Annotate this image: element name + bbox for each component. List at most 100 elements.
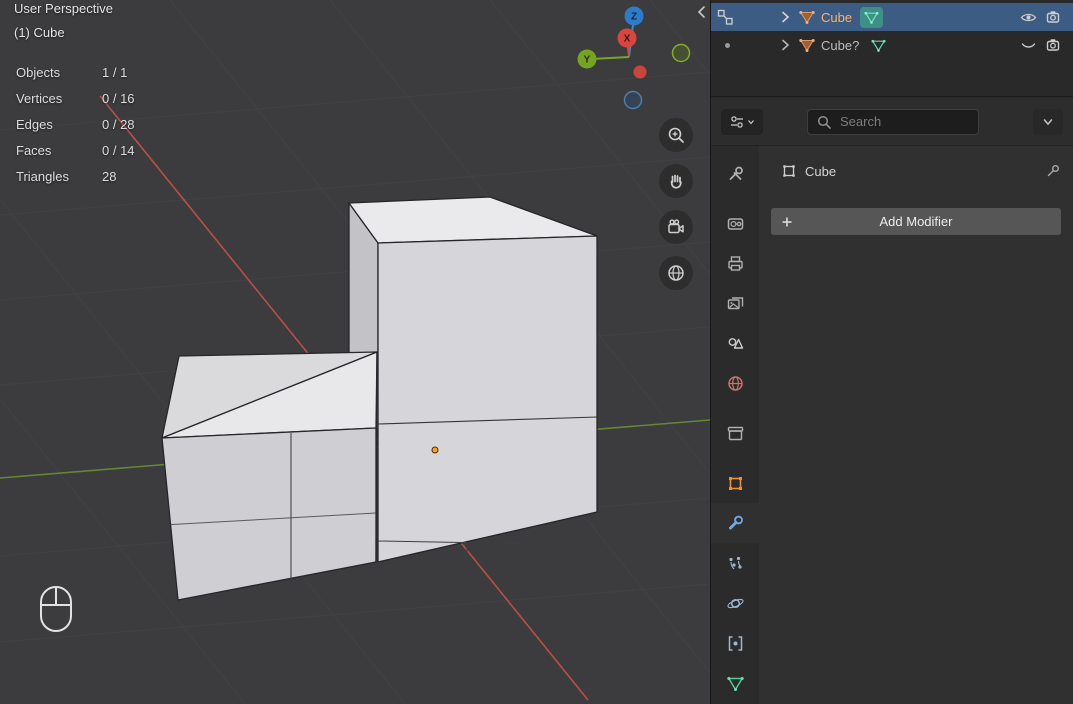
tab-render[interactable] xyxy=(711,203,759,243)
hand-icon xyxy=(666,171,686,191)
svg-text:Y: Y xyxy=(584,55,591,66)
wrench-icon xyxy=(726,514,745,533)
object-box-icon xyxy=(781,163,797,179)
active-object-label: (1) Cube xyxy=(14,21,113,45)
mouse-icon xyxy=(39,585,73,638)
view-perspective-label: User Perspective xyxy=(14,0,113,21)
navigation-gizmo[interactable]: Z X Y xyxy=(575,5,695,120)
tab-physics[interactable] xyxy=(711,583,759,623)
render-properties-icon xyxy=(726,214,745,233)
gizmo-neg-z-axis xyxy=(625,92,642,109)
stat-row: Faces 0 / 14 xyxy=(16,138,135,164)
mesh-object-icon xyxy=(799,9,815,25)
stat-row: Edges 0 / 28 xyxy=(16,112,135,138)
render-camera-icon xyxy=(1046,37,1063,54)
mesh-data-icon xyxy=(864,10,879,25)
tab-object[interactable] xyxy=(711,463,759,503)
tab-output[interactable] xyxy=(711,243,759,283)
chevron-down-icon xyxy=(1041,115,1055,129)
properties-header xyxy=(711,98,1073,146)
disable-in-render-toggle[interactable] xyxy=(1041,9,1067,26)
toggle-perspective-button[interactable] xyxy=(659,256,693,290)
viewport-tool-column xyxy=(659,118,693,290)
physics-icon xyxy=(726,594,745,613)
breadcrumb-object-name: Cube xyxy=(805,164,836,179)
svg-text:X: X xyxy=(624,34,631,45)
modifier-properties-content: Cube xyxy=(759,146,1073,704)
world-icon xyxy=(726,374,745,393)
expand-chevron-icon[interactable] xyxy=(777,37,793,53)
properties-panel: Cube xyxy=(711,98,1073,704)
properties-editor-icon xyxy=(729,114,745,130)
render-camera-icon xyxy=(1046,9,1063,26)
search-input[interactable] xyxy=(838,113,970,130)
collection-icon xyxy=(726,424,745,443)
object-name[interactable]: Cube xyxy=(821,10,852,25)
scene-icon xyxy=(726,334,745,353)
tab-particles[interactable] xyxy=(711,543,759,583)
object-properties-icon xyxy=(726,474,745,493)
tab-view-layer[interactable] xyxy=(711,283,759,323)
camera-icon xyxy=(666,217,686,237)
chevron-down-icon xyxy=(747,118,755,126)
zoom-icon xyxy=(666,125,686,145)
properties-tab-column xyxy=(711,146,759,704)
tab-collection[interactable] xyxy=(711,413,759,453)
tool-icon xyxy=(726,164,745,183)
gizmo-neg-y-axis xyxy=(673,45,690,62)
hide-in-viewport-toggle[interactable] xyxy=(1015,37,1041,54)
camera-view-button[interactable] xyxy=(659,210,693,244)
pin-icon[interactable] xyxy=(1045,163,1061,179)
tab-scene[interactable] xyxy=(711,323,759,363)
outliner-panel: Cube xyxy=(711,0,1073,97)
eye-closed-icon xyxy=(1020,37,1037,54)
plus-icon xyxy=(780,215,794,229)
object-data-icon xyxy=(726,674,745,693)
outliner-row-cube[interactable]: Cube xyxy=(711,3,1073,31)
gizmo-neg-x-axis xyxy=(634,66,647,79)
particles-icon xyxy=(726,554,745,573)
tab-tool[interactable] xyxy=(711,153,759,193)
stat-row: Triangles 28 xyxy=(16,164,135,190)
side-panel: Cube xyxy=(710,0,1073,704)
search-icon xyxy=(816,114,832,130)
properties-options-button[interactable] xyxy=(1033,109,1063,135)
constraints-icon xyxy=(726,634,745,653)
tab-modifiers[interactable] xyxy=(711,503,759,543)
printer-icon xyxy=(726,254,745,273)
pan-view-button[interactable] xyxy=(659,164,693,198)
outliner-row-cube2[interactable]: Cube? xyxy=(711,31,1073,59)
tab-constraints[interactable] xyxy=(711,623,759,663)
breadcrumb: Cube xyxy=(771,156,1061,186)
stat-row: Vertices 0 / 16 xyxy=(16,86,135,112)
svg-text:Z: Z xyxy=(631,12,637,23)
cube-mesh xyxy=(162,197,597,600)
mesh-object-icon xyxy=(799,37,815,53)
scene-statistics: Objects 1 / 1 Vertices 0 / 16 Edges 0 / … xyxy=(16,60,135,190)
tab-object-data[interactable] xyxy=(711,663,759,703)
tab-world[interactable] xyxy=(711,363,759,403)
stat-row: Objects 1 / 1 xyxy=(16,60,135,86)
disable-in-render-toggle[interactable] xyxy=(1041,37,1067,54)
hide-in-viewport-toggle[interactable] xyxy=(1015,9,1041,26)
mesh-data-badge[interactable] xyxy=(860,7,883,28)
blender-window: User Perspective (1) Cube Objects 1 / 1 … xyxy=(0,0,1073,704)
mesh-data-icon xyxy=(871,38,886,53)
chevron-left-icon xyxy=(694,4,710,20)
expand-chevron-icon[interactable] xyxy=(777,9,793,25)
editor-type-button[interactable] xyxy=(721,109,763,135)
view-layer-icon xyxy=(726,294,745,313)
status-dot-icon xyxy=(725,43,730,48)
viewport-info-text: User Perspective (1) Cube xyxy=(14,0,113,45)
search-field[interactable] xyxy=(807,109,979,135)
add-modifier-button[interactable]: Add Modifier xyxy=(771,208,1061,235)
mesh-data-badge[interactable] xyxy=(867,35,890,56)
linked-collection-icon xyxy=(717,9,734,26)
3d-viewport[interactable]: User Perspective (1) Cube Objects 1 / 1 … xyxy=(0,0,710,704)
object-name[interactable]: Cube? xyxy=(821,38,859,53)
eye-open-icon xyxy=(1020,9,1037,26)
grid-sphere-icon xyxy=(666,263,686,283)
zoom-button[interactable] xyxy=(659,118,693,152)
region-collapse-arrow[interactable] xyxy=(694,4,710,25)
object-origin-dot xyxy=(432,447,438,453)
